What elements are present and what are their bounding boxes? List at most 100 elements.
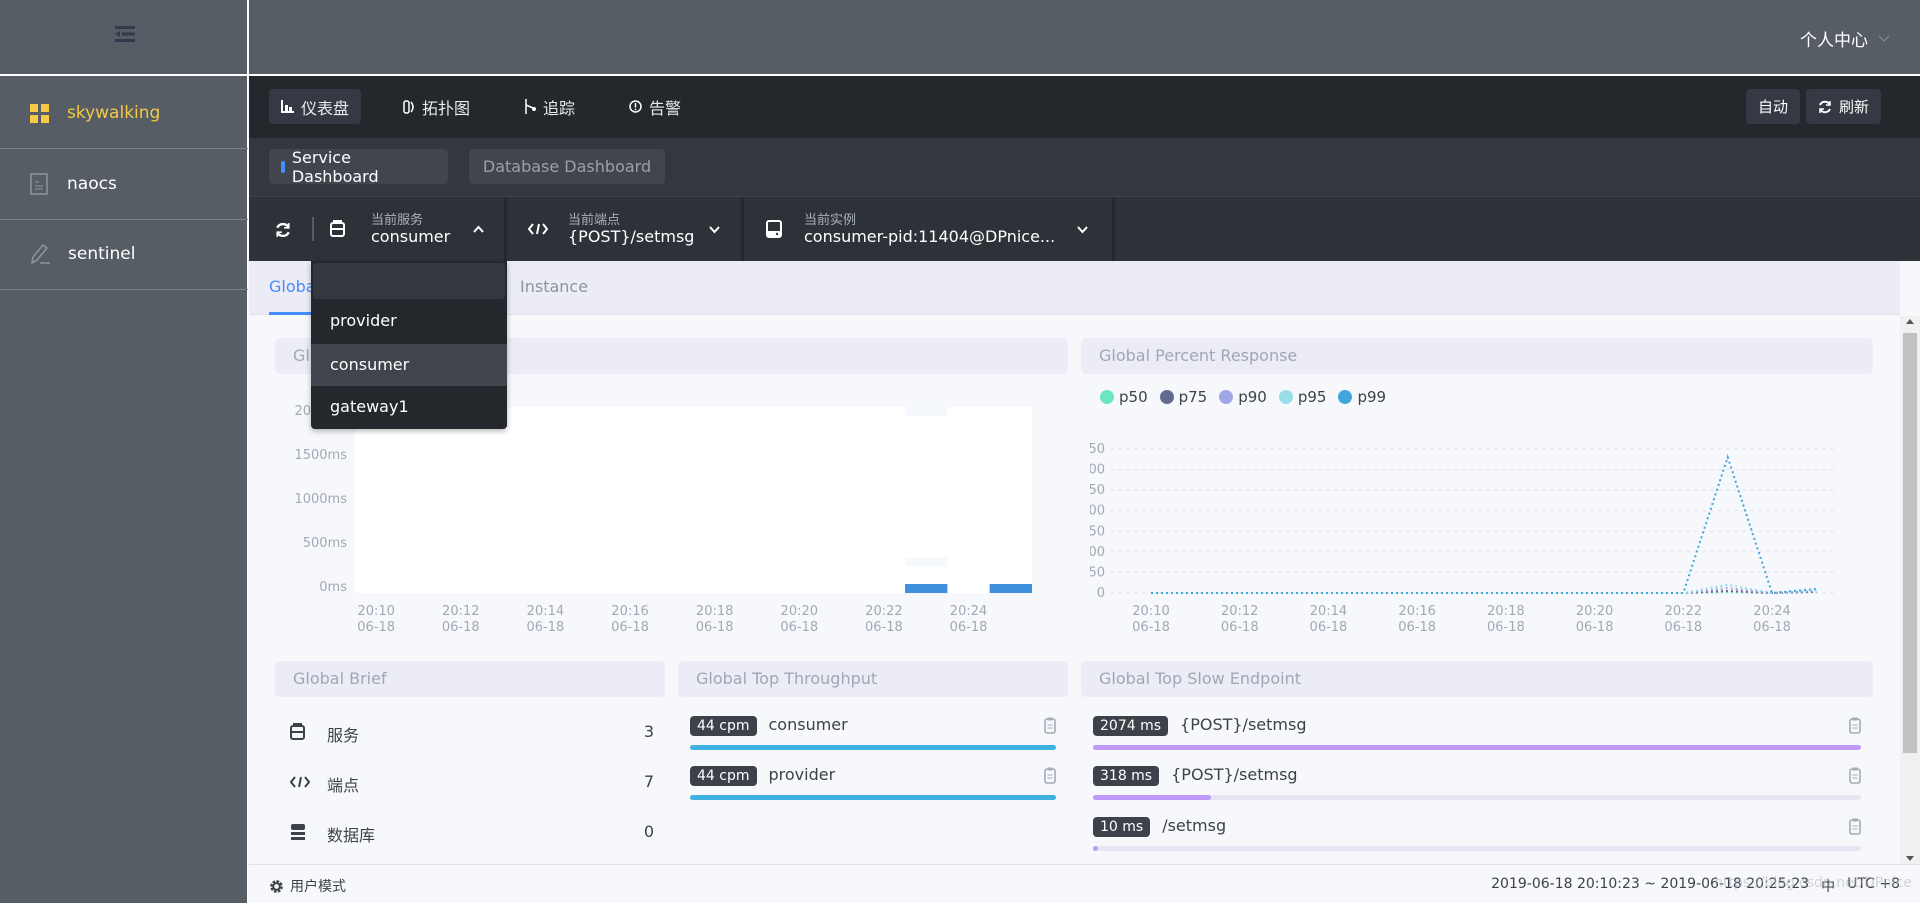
menu-collapse-icon[interactable] — [115, 26, 135, 42]
reload-icon[interactable] — [275, 222, 291, 238]
tab-service-dashboard[interactable]: Service Dashboard — [269, 148, 448, 186]
clipboard-icon[interactable] — [1849, 717, 1861, 734]
tab-instance[interactable]: Instance — [520, 277, 588, 296]
throughput-row[interactable]: 44 cpm consumer — [690, 715, 1056, 753]
tab-database-dashboard[interactable]: Database Dashboard — [469, 149, 665, 184]
nav-label: 告警 — [649, 98, 682, 118]
legend-label: p99 — [1357, 388, 1387, 406]
x-tick-label: 06-18 — [1221, 620, 1259, 635]
legend-label: p95 — [1297, 388, 1327, 406]
auto-label: 自动 — [1758, 98, 1789, 116]
brief-panel-title: Global Brief — [275, 661, 665, 697]
series-line-p99 — [1151, 454, 1817, 595]
slow-row[interactable]: 10 ms/setmsg — [1093, 816, 1861, 854]
scrollbar-up-arrow[interactable] — [1906, 319, 1914, 324]
database-icon — [291, 824, 305, 840]
nav-alarm[interactable]: 告警 — [617, 89, 693, 124]
slow-row[interactable]: 318 ms {POST}/setmsg — [1093, 765, 1861, 803]
nav-trace[interactable]: 追踪 — [512, 89, 587, 124]
tab-label: Database Dashboard — [482, 157, 652, 176]
brief-label: 端点 — [327, 776, 360, 795]
nav-dashboard[interactable]: 仪表盘 — [269, 89, 362, 124]
instance-icon — [766, 220, 782, 238]
heatmap-chart: 0ms500ms1000ms1500ms2000ms20:1006-1820:1… — [294, 404, 1032, 635]
x-tick-label: 06-18 — [442, 620, 480, 635]
slow-bar-track — [1093, 846, 1861, 851]
endpoint-selector[interactable]: 当前端点 {POST}/setmsg — [508, 197, 744, 262]
x-tick-label: 06-18 — [527, 620, 565, 635]
clipboard-icon[interactable] — [1849, 818, 1861, 835]
service-selector[interactable]: 当前服务 consumer — [314, 197, 507, 262]
legend-item[interactable]: p50 — [1100, 388, 1148, 406]
auto-button[interactable]: 自动 — [1746, 89, 1801, 124]
slow-row[interactable]: 2074 ms {POST}/setmsg — [1093, 715, 1861, 753]
clipboard-icon[interactable] — [1044, 767, 1056, 784]
dashboard-tabs: Service Dashboard Database Dashboard — [249, 138, 1920, 196]
sidebar-item-sentinel[interactable]: sentinel — [0, 219, 248, 290]
refresh-button[interactable]: 刷新 — [1806, 89, 1882, 124]
vertical-scrollbar[interactable] — [1900, 316, 1920, 864]
sidebar-item-label: sentinel — [68, 244, 136, 264]
clipboard-icon[interactable] — [1044, 717, 1056, 734]
x-tick-label: 06-18 — [1664, 620, 1702, 635]
x-tick-label: 20:24 — [950, 604, 987, 619]
throughput-panel-title: Global Top Throughput — [678, 661, 1068, 697]
dropdown-option-gateway1[interactable]: gateway1 — [311, 386, 507, 428]
user-mode-toggle[interactable]: 用户模式 — [269, 876, 346, 896]
sidebar: skywalking naocs sentinel — [0, 0, 248, 903]
sidebar-item-skywalking[interactable]: skywalking — [0, 78, 248, 149]
user-menu[interactable]: 个人中心 — [1800, 26, 1890, 51]
scrollbar-thumb[interactable] — [1903, 333, 1917, 753]
x-tick-label: 20:16 — [611, 604, 648, 619]
slow-bar-fill — [1093, 846, 1098, 851]
brief-row: 端点 7 — [289, 770, 654, 796]
throughput-name: provider — [768, 765, 836, 784]
y-tick-label: 250 — [1090, 483, 1105, 498]
legend-dot — [1159, 390, 1174, 404]
y-tick-label: 100 — [1090, 545, 1105, 560]
service-search-input[interactable] — [313, 263, 505, 299]
percent-panel-title: Global Percent Response — [1081, 338, 1873, 374]
legend-item[interactable]: p99 — [1338, 388, 1386, 406]
x-tick-label: 20:16 — [1398, 604, 1435, 619]
legend-item[interactable]: p75 — [1159, 388, 1207, 406]
trace-icon — [525, 99, 536, 114]
brief-value: 3 — [643, 722, 654, 741]
nav-topology[interactable]: 拓扑图 — [391, 89, 482, 124]
y-tick-label: 200 — [1090, 504, 1105, 519]
throughput-row[interactable]: 44 cpm provider — [690, 765, 1056, 803]
endpoint-label: 当前端点 — [568, 213, 621, 228]
dropdown-option-provider[interactable]: provider — [311, 300, 507, 342]
tab-label: Instance — [520, 277, 589, 296]
x-tick-label: 06-18 — [1576, 620, 1614, 635]
alarm-icon — [629, 100, 642, 113]
x-tick-label: 06-18 — [1132, 620, 1170, 635]
y-tick-label: 0 — [1097, 586, 1105, 601]
x-tick-label: 20:12 — [1221, 604, 1258, 619]
active-indicator — [281, 160, 285, 173]
instance-selector[interactable]: 当前实例 consumer-pid:11404@DPnice... — [745, 197, 1115, 262]
sidebar-header — [0, 0, 248, 76]
brief-row: 数据库 0 — [290, 820, 654, 846]
chevron-down-icon — [1077, 226, 1088, 234]
clipboard-icon[interactable] — [1849, 767, 1861, 784]
x-tick-label: 06-18 — [696, 620, 734, 635]
selector-bar: 当前服务 consumer 当前端点 {POST}/setmsg 当前实例 co… — [249, 196, 1920, 262]
slow-bar-track — [1093, 795, 1861, 800]
throughput-bar-track — [690, 745, 1056, 750]
throughput-bar-fill — [690, 745, 1056, 750]
x-tick-label: 20:14 — [527, 604, 564, 619]
dropdown-option-consumer[interactable]: consumer — [311, 344, 507, 386]
sidebar-item-naocs[interactable]: naocs — [0, 149, 248, 220]
x-tick-label: 06-18 — [865, 620, 903, 635]
nav-label: 仪表盘 — [301, 98, 350, 118]
gear-icon — [270, 879, 283, 893]
throughput-badge: 44 cpm — [690, 716, 757, 736]
legend-dot — [1219, 390, 1234, 404]
legend-item[interactable]: p90 — [1219, 388, 1267, 406]
x-tick-label: 20:12 — [442, 604, 479, 619]
service-dropdown: provider consumer gateway1 — [311, 261, 507, 429]
legend-item[interactable]: p95 — [1278, 388, 1327, 406]
scrollbar-down-arrow[interactable] — [1906, 856, 1914, 861]
heatmap-cell — [905, 584, 948, 593]
